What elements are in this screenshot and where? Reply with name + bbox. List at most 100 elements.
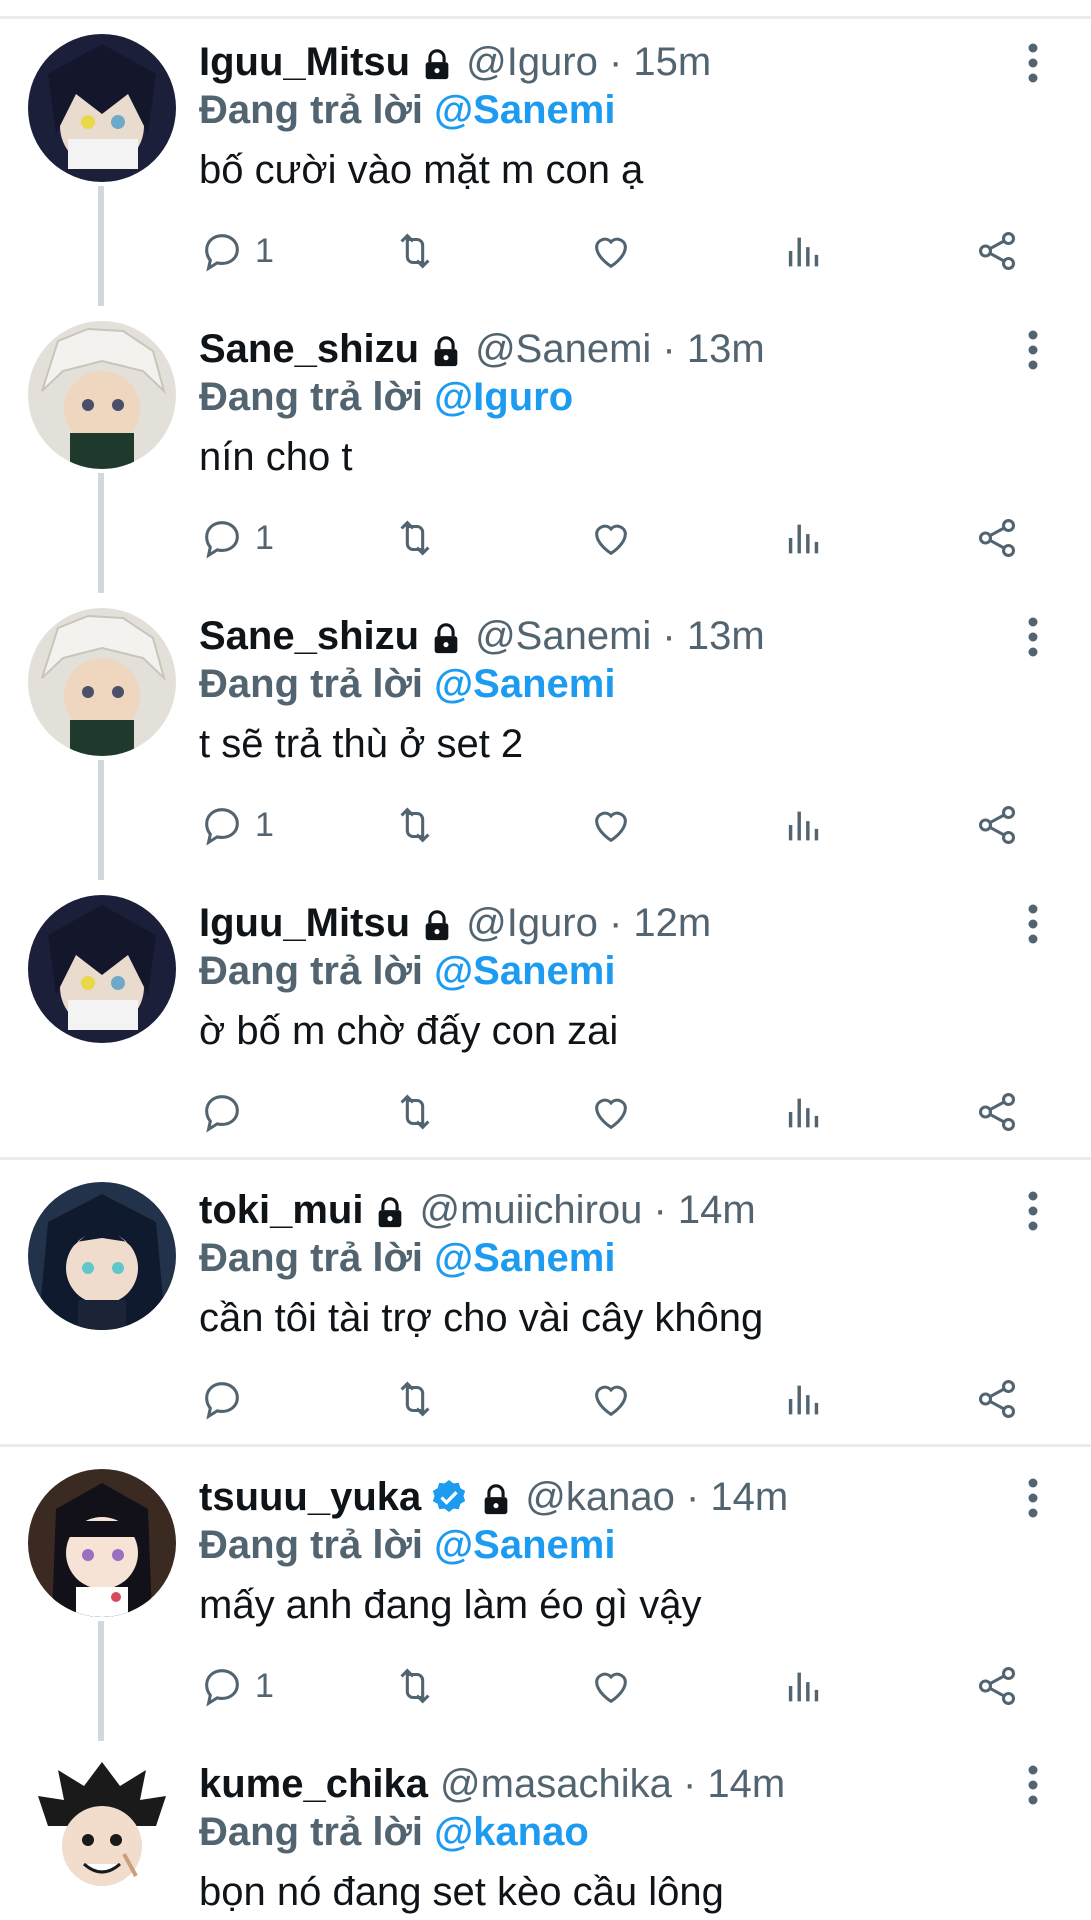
handle-time[interactable]: @Sanemi · 13m bbox=[475, 612, 765, 660]
avatar[interactable] bbox=[28, 1469, 176, 1617]
reply-button[interactable]: 1 bbox=[199, 800, 274, 850]
reply-icon bbox=[205, 1669, 239, 1707]
analytics-button[interactable] bbox=[781, 800, 827, 850]
analytics-icon bbox=[788, 1672, 819, 1702]
lock-icon bbox=[429, 619, 463, 654]
avatar[interactable] bbox=[28, 1182, 176, 1330]
avatar[interactable] bbox=[28, 321, 176, 469]
tweet-text: bố cười vào mặt m con ạ bbox=[199, 148, 644, 192]
lock-icon bbox=[373, 1193, 407, 1228]
replying-to: Đang trả lời @Sanemi bbox=[199, 662, 616, 706]
mention-link[interactable]: @Iguro bbox=[434, 375, 573, 419]
analytics-button[interactable] bbox=[781, 513, 827, 563]
display-name[interactable]: kume_chika bbox=[199, 1760, 428, 1808]
share-button[interactable] bbox=[974, 1661, 1020, 1711]
share-button[interactable] bbox=[974, 800, 1020, 850]
lock-icon bbox=[429, 332, 463, 367]
share-icon bbox=[978, 519, 1016, 557]
share-button[interactable] bbox=[974, 226, 1020, 276]
replying-to: Đang trả lời @Sanemi bbox=[199, 1523, 616, 1567]
tweet-text: nín cho t bbox=[199, 435, 353, 479]
reply-button[interactable]: 1 bbox=[199, 1661, 274, 1711]
share-button[interactable] bbox=[974, 1087, 1020, 1137]
handle-time[interactable]: @kanao · 14m bbox=[525, 1473, 788, 1521]
reply-count: 1 bbox=[255, 231, 274, 270]
analytics-button[interactable] bbox=[781, 1374, 827, 1424]
avatar[interactable] bbox=[28, 608, 176, 756]
tweet-text: ờ bố m chờ đấy con zai bbox=[199, 1009, 619, 1053]
reply-icon bbox=[205, 808, 239, 846]
reply-count: 1 bbox=[255, 1666, 274, 1705]
more-options-icon[interactable] bbox=[1018, 903, 1048, 945]
avatar[interactable] bbox=[28, 1756, 176, 1904]
like-button[interactable] bbox=[588, 800, 634, 850]
retweet-icon bbox=[400, 233, 430, 269]
action-bar: 1 bbox=[0, 1661, 1091, 1711]
more-options-icon[interactable] bbox=[1018, 1477, 1048, 1519]
handle-time[interactable]: @Sanemi · 13m bbox=[475, 325, 765, 373]
like-button[interactable] bbox=[588, 1661, 634, 1711]
reply-button[interactable]: 1 bbox=[199, 513, 274, 563]
more-options-icon[interactable] bbox=[1018, 1764, 1048, 1806]
tweet-text: t sẽ trả thù ở set 2 bbox=[199, 722, 524, 766]
mention-link[interactable]: @kanao bbox=[434, 1810, 589, 1854]
lock-icon bbox=[479, 1480, 513, 1515]
handle-time[interactable]: @Iguro · 15m bbox=[466, 38, 711, 86]
retweet-button[interactable] bbox=[392, 800, 438, 850]
analytics-button[interactable] bbox=[781, 226, 827, 276]
display-name[interactable]: Sane_shizu bbox=[199, 612, 419, 660]
display-name[interactable]: toki_mui bbox=[199, 1186, 363, 1234]
action-bar: 1 bbox=[0, 513, 1091, 563]
reply-button[interactable] bbox=[199, 1087, 255, 1137]
more-options-icon[interactable] bbox=[1018, 329, 1048, 371]
handle-time[interactable]: @masachika · 14m bbox=[440, 1760, 785, 1808]
action-bar bbox=[0, 1087, 1091, 1137]
lock-icon bbox=[420, 906, 454, 941]
display-name[interactable]: Iguu_Mitsu bbox=[199, 899, 410, 947]
display-name[interactable]: Sane_shizu bbox=[199, 325, 419, 373]
share-icon bbox=[978, 806, 1016, 844]
lock-icon bbox=[420, 45, 454, 80]
more-options-icon[interactable] bbox=[1018, 1190, 1048, 1232]
retweet-button[interactable] bbox=[392, 1374, 438, 1424]
retweet-button[interactable] bbox=[392, 1661, 438, 1711]
share-button[interactable] bbox=[974, 513, 1020, 563]
replying-to: Đang trả lời @Sanemi bbox=[199, 949, 616, 993]
mention-link[interactable]: @Sanemi bbox=[434, 1523, 615, 1567]
reply-button[interactable] bbox=[199, 1374, 255, 1424]
reply-button[interactable]: 1 bbox=[199, 226, 274, 276]
like-button[interactable] bbox=[588, 1087, 634, 1137]
more-options-icon[interactable] bbox=[1018, 616, 1048, 658]
tweet-text: cần tôi tài trợ cho vài cây không bbox=[199, 1296, 764, 1340]
display-name[interactable]: Iguu_Mitsu bbox=[199, 38, 410, 86]
mention-link[interactable]: @Sanemi bbox=[434, 949, 615, 993]
like-button[interactable] bbox=[588, 1374, 634, 1424]
retweet-icon bbox=[400, 1094, 430, 1130]
heart-icon bbox=[595, 1385, 627, 1417]
display-name[interactable]: tsuuu_yuka bbox=[199, 1473, 421, 1521]
retweet-icon bbox=[400, 1668, 430, 1704]
analytics-button[interactable] bbox=[781, 1661, 827, 1711]
heart-icon bbox=[595, 524, 627, 556]
like-button[interactable] bbox=[588, 226, 634, 276]
more-options-icon[interactable] bbox=[1018, 42, 1048, 84]
mention-link[interactable]: @Sanemi bbox=[434, 88, 615, 132]
heart-icon bbox=[595, 811, 627, 843]
handle-time[interactable]: @Iguro · 12m bbox=[466, 899, 711, 947]
avatar[interactable] bbox=[28, 895, 176, 1043]
mention-link[interactable]: @Sanemi bbox=[434, 662, 615, 706]
retweet-button[interactable] bbox=[392, 1087, 438, 1137]
avatar[interactable] bbox=[28, 34, 176, 182]
share-icon bbox=[978, 1667, 1016, 1705]
reply-count: 1 bbox=[255, 518, 274, 557]
analytics-button[interactable] bbox=[781, 1087, 827, 1137]
replying-to: Đang trả lời @kanao bbox=[199, 1810, 589, 1854]
mention-link[interactable]: @Sanemi bbox=[434, 1236, 615, 1280]
like-button[interactable] bbox=[588, 513, 634, 563]
handle-time[interactable]: @muiichirou · 14m bbox=[419, 1186, 755, 1234]
retweet-button[interactable] bbox=[392, 226, 438, 276]
retweet-button[interactable] bbox=[392, 513, 438, 563]
analytics-icon bbox=[788, 237, 819, 267]
share-button[interactable] bbox=[974, 1374, 1020, 1424]
share-icon bbox=[978, 232, 1016, 270]
